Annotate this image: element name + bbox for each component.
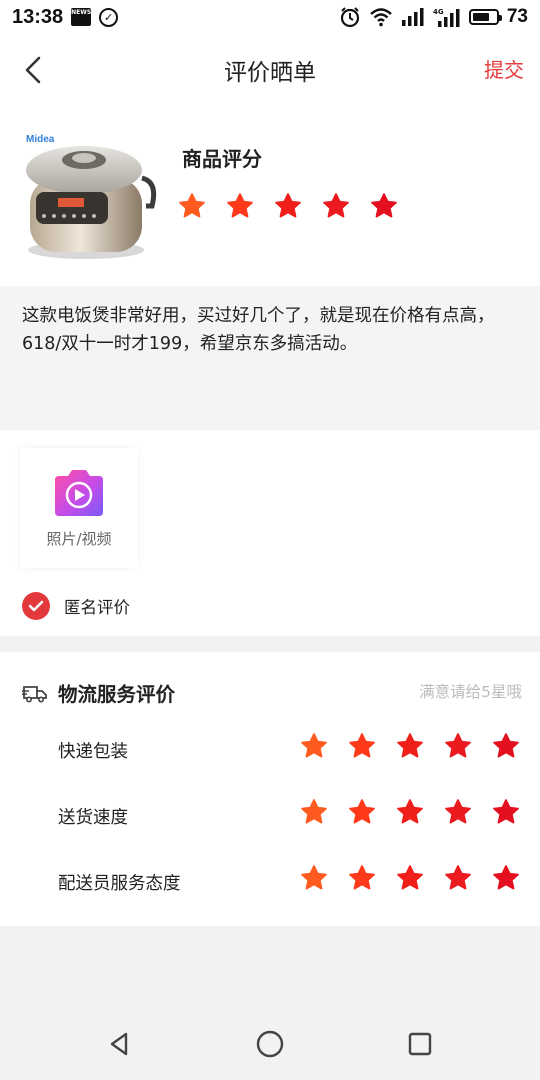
upload-label: 照片/视频 — [46, 529, 112, 548]
system-nav-bar — [0, 1004, 540, 1080]
logistics-title: 物流服务评价 — [58, 683, 176, 706]
circle-home-icon — [256, 1030, 284, 1058]
courier-star-rating[interactable] — [300, 864, 520, 892]
logistics-hint: 满意请给5星哦 — [419, 683, 522, 701]
media-section: 照片/视频 匿名评价 — [0, 430, 540, 636]
star-icon[interactable] — [274, 192, 302, 220]
chevron-left-icon — [25, 56, 41, 84]
star-icon[interactable] — [492, 798, 520, 826]
star-icon[interactable] — [396, 732, 424, 760]
wifi-icon — [369, 7, 393, 27]
status-right: 4G 73 — [339, 6, 528, 28]
star-icon[interactable] — [322, 192, 350, 220]
battery-icon — [468, 9, 502, 25]
star-icon[interactable] — [348, 732, 376, 760]
signal-4g-icon: 4G — [433, 7, 461, 27]
status-left: 13:38 NEWS ✓ — [12, 5, 119, 29]
comment-textarea[interactable]: 这款电饭煲非常好用，买过好几个了，就是现在价格有点高，618/双十一时才199，… — [0, 286, 540, 430]
star-icon[interactable] — [444, 732, 472, 760]
battery-percent: 73 — [506, 6, 528, 27]
page-title: 评价晒单 — [224, 60, 316, 86]
signal-icon — [401, 8, 425, 26]
star-icon[interactable] — [226, 192, 254, 220]
star-icon[interactable] — [492, 732, 520, 760]
packaging-star-rating[interactable] — [300, 732, 520, 760]
anonymous-toggle[interactable]: 匿名评价 — [22, 592, 130, 620]
battery-fill — [472, 13, 489, 21]
square-recent-icon — [408, 1032, 432, 1056]
nav-bar: 评价晒单 提交 — [0, 34, 540, 106]
news-icon-label: NEWS — [71, 9, 92, 16]
comment-text: 这款电饭煲非常好用，买过好几个了，就是现在价格有点高，618/双十一时才199，… — [22, 306, 495, 354]
upload-photo-video-button[interactable]: 照片/视频 — [20, 448, 138, 568]
logistics-row-packaging: 快递包装 — [0, 730, 540, 770]
product-star-rating[interactable] — [178, 192, 398, 220]
anonymous-label: 匿名评价 — [64, 598, 130, 617]
product-image: Midea — [22, 130, 160, 264]
camera-video-icon — [55, 469, 103, 516]
submit-button[interactable]: 提交 — [484, 54, 524, 83]
truck-icon — [22, 685, 47, 703]
star-icon[interactable] — [444, 864, 472, 892]
star-icon[interactable] — [396, 798, 424, 826]
network-type: 4G — [433, 8, 444, 16]
triangle-back-icon — [110, 1032, 128, 1056]
logistics-rating-section: 物流服务评价 满意请给5星哦 快递包装 送货速度 配送员服务态度 — [0, 652, 540, 926]
logistics-row-label: 配送员服务态度 — [58, 874, 181, 894]
star-icon[interactable] — [300, 732, 328, 760]
star-icon[interactable] — [348, 864, 376, 892]
alarm-icon — [339, 6, 361, 28]
system-home-button[interactable] — [254, 1028, 286, 1060]
star-icon[interactable] — [348, 798, 376, 826]
back-button[interactable] — [18, 52, 48, 88]
brand-logo: Midea — [26, 134, 55, 145]
system-recent-button[interactable] — [404, 1028, 436, 1060]
status-bar: 13:38 NEWS ✓ 4G 73 — [0, 0, 540, 34]
star-icon[interactable] — [444, 798, 472, 826]
logistics-row-courier: 配送员服务态度 — [0, 862, 540, 902]
status-time: 13:38 — [12, 5, 64, 28]
star-icon[interactable] — [178, 192, 206, 220]
star-icon[interactable] — [300, 864, 328, 892]
star-icon[interactable] — [300, 798, 328, 826]
speed-star-rating[interactable] — [300, 798, 520, 826]
logistics-header: 物流服务评价 — [22, 678, 175, 707]
star-icon[interactable] — [370, 192, 398, 220]
check-circle-icon: ✓ — [99, 7, 119, 27]
logistics-row-label: 快递包装 — [58, 742, 128, 762]
news-icon: NEWS — [71, 8, 91, 26]
logistics-row-speed: 送货速度 — [0, 796, 540, 836]
checkmark-icon[interactable] — [22, 592, 50, 620]
product-card: Midea 商品评分 — [0, 106, 540, 286]
system-back-button[interactable] — [104, 1028, 136, 1060]
star-icon[interactable] — [396, 864, 424, 892]
product-rating-title: 商品评分 — [182, 147, 262, 171]
logistics-row-label: 送货速度 — [58, 808, 128, 828]
star-icon[interactable] — [492, 864, 520, 892]
